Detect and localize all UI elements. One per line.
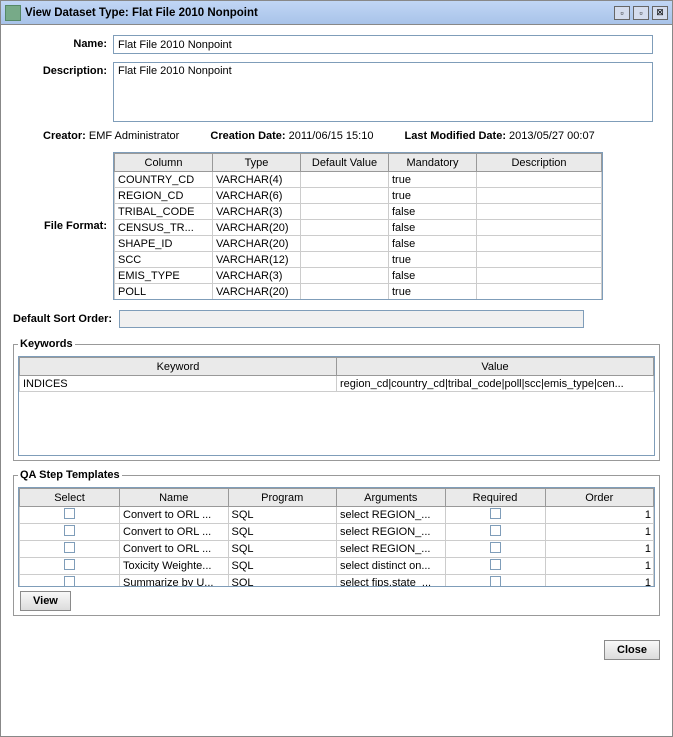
table-row[interactable]: COUNTRY_CDVARCHAR(4)true [115,172,602,188]
select-checkbox[interactable] [64,576,75,587]
keywords-panel: Keywords Keyword Value INDICESregion_cd|… [13,338,660,461]
required-checkbox[interactable] [490,576,501,587]
select-checkbox[interactable] [64,542,75,553]
table-row[interactable]: CENSUS_TR...VARCHAR(20)false [115,220,602,236]
ff-col-default[interactable]: Default Value [301,154,389,172]
window-title: View Dataset Type: Flat File 2010 Nonpoi… [25,7,614,19]
qa-col-name[interactable]: Name [120,489,229,507]
select-checkbox[interactable] [64,508,75,519]
table-row[interactable]: REGION_CDVARCHAR(6)true [115,188,602,204]
required-checkbox[interactable] [490,508,501,519]
table-row[interactable]: EMIS_TYPEVARCHAR(3)false [115,268,602,284]
ff-col-column[interactable]: Column [115,154,213,172]
table-row[interactable]: Toxicity Weighte...SQLselect distinct on… [20,558,654,575]
table-row[interactable]: SCCVARCHAR(12)true [115,252,602,268]
table-row[interactable]: SHAPE_IDVARCHAR(20)false [115,236,602,252]
close-window-button[interactable]: ⊠ [652,6,668,20]
close-button[interactable]: Close [604,640,660,660]
metadata-row: Creator: EMF Administrator Creation Date… [13,130,660,142]
qa-col-arguments[interactable]: Arguments [337,489,446,507]
name-label: Name: [13,35,113,50]
required-checkbox[interactable] [490,559,501,570]
ff-col-type[interactable]: Type [213,154,301,172]
table-row[interactable]: Summarize by U...SQLselect fips.state_..… [20,575,654,588]
view-button[interactable]: View [20,591,71,611]
name-field[interactable] [113,35,653,54]
kw-col-keyword[interactable]: Keyword [20,358,337,376]
table-row[interactable]: INDICESregion_cd|country_cd|tribal_code|… [20,376,654,392]
table-row[interactable]: Convert to ORL ...SQLselect REGION_...1 [20,541,654,558]
table-row[interactable]: POLLVARCHAR(20)true [115,284,602,300]
select-checkbox[interactable] [64,525,75,536]
file-format-table[interactable]: Column Type Default Value Mandatory Desc… [113,152,603,300]
qa-col-select[interactable]: Select [20,489,120,507]
table-row[interactable]: Convert to ORL ...SQLselect REGION_...1 [20,524,654,541]
default-sort-label: Default Sort Order: [13,313,112,325]
description-label: Description: [13,62,113,77]
kw-col-value[interactable]: Value [337,358,654,376]
ff-col-mandatory[interactable]: Mandatory [389,154,477,172]
window-titlebar: View Dataset Type: Flat File 2010 Nonpoi… [1,1,672,25]
description-field[interactable]: Flat File 2010 Nonpoint [113,62,653,122]
minimize-button[interactable]: ▫ [614,6,630,20]
qa-col-required[interactable]: Required [445,489,545,507]
file-format-label: File Format: [13,220,113,232]
ff-col-description[interactable]: Description [477,154,602,172]
required-checkbox[interactable] [490,525,501,536]
default-sort-field[interactable] [119,310,584,328]
app-icon [5,5,21,21]
table-row[interactable]: TRIBAL_CODEVARCHAR(3)false [115,204,602,220]
qa-col-program[interactable]: Program [228,489,337,507]
keywords-legend: Keywords [18,338,75,350]
maximize-button[interactable]: ▫ [633,6,649,20]
required-checkbox[interactable] [490,542,501,553]
select-checkbox[interactable] [64,559,75,570]
qa-col-order[interactable]: Order [545,489,654,507]
table-row[interactable]: Convert to ORL ...SQLselect REGION_...1 [20,507,654,524]
qa-legend: QA Step Templates [18,469,122,481]
qa-table[interactable]: Select Name Program Arguments Required O… [18,487,655,587]
qa-panel: QA Step Templates Select Name Program Ar… [13,469,660,616]
